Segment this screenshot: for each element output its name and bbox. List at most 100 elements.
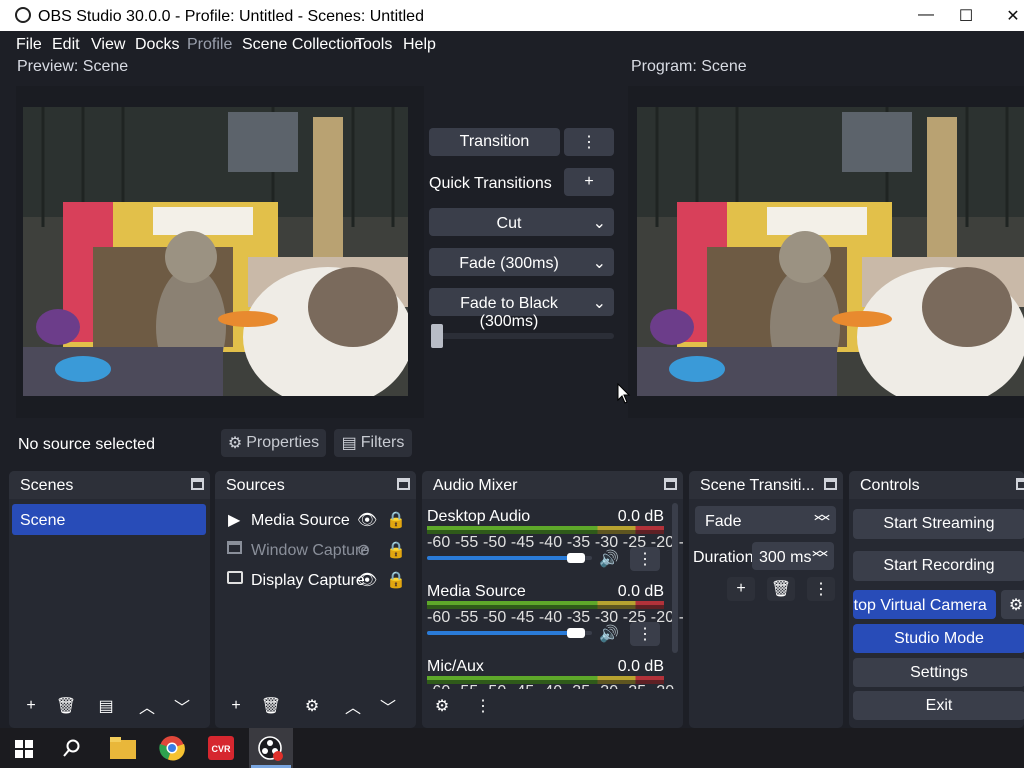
add-scene-icon[interactable]: + xyxy=(17,694,45,718)
channel-menu-icon[interactable]: ⋮ xyxy=(630,547,660,571)
undock-icon[interactable] xyxy=(1016,478,1024,490)
scene-transitions-title: Scene Transiti... xyxy=(700,477,815,494)
lock-icon[interactable]: 🔒 xyxy=(386,540,406,560)
add-source-icon[interactable]: + xyxy=(222,694,250,718)
play-icon: ▶ xyxy=(228,512,241,529)
source-properties-gear-icon[interactable]: ⚙ xyxy=(298,694,326,718)
transition-select[interactable]: Fade ︿ ﹀ xyxy=(695,506,836,534)
transition-more-icon[interactable]: ⋮ xyxy=(564,128,614,156)
source-toolbar xyxy=(8,425,1024,463)
spin-arrows-icon: ︿ ﹀ xyxy=(813,506,830,532)
quick-transition-cut[interactable]: Cut ⌄ xyxy=(429,208,614,236)
menu-profile[interactable]: Profile xyxy=(187,36,232,54)
scenes-dock: Scenes Scene + 🗑 ▤ ︿ ﹀ xyxy=(9,471,210,728)
menu-view[interactable]: View xyxy=(91,36,125,54)
source-item[interactable]: Window Capture ⊘ 🔒 xyxy=(215,537,416,561)
speaker-icon[interactable]: 🔊 xyxy=(599,549,619,569)
undock-icon[interactable] xyxy=(664,478,677,490)
file-explorer-icon[interactable] xyxy=(110,737,136,759)
mouse-cursor-icon xyxy=(617,383,631,404)
settings-button[interactable]: Settings xyxy=(853,658,1024,687)
audio-settings-gear-icon[interactable]: ⚙ xyxy=(428,694,456,718)
duration-spinbox[interactable]: 300 ms ︿ ﹀ xyxy=(752,542,834,570)
minimize-icon[interactable]: — xyxy=(916,6,936,24)
add-transition-icon[interactable]: + xyxy=(727,577,755,601)
eye-hidden-icon[interactable]: ⊘ xyxy=(357,540,370,560)
source-item[interactable]: Display Capture 👁 🔒 xyxy=(215,567,416,591)
channel-db: 0.0 dB xyxy=(617,583,664,600)
move-down-icon[interactable]: ﹀ xyxy=(168,694,196,718)
program-video-image xyxy=(637,107,1024,396)
virtual-camera-gear-icon[interactable]: ⚙ xyxy=(1001,590,1024,619)
start-recording-button[interactable]: Start Recording xyxy=(853,551,1024,581)
preview-title: Preview: Scene xyxy=(17,58,129,75)
transition-menu-icon[interactable]: ⋮ xyxy=(807,577,835,601)
studio-mode-button[interactable]: Studio Mode xyxy=(853,624,1024,653)
undock-icon[interactable] xyxy=(191,478,204,490)
eye-icon[interactable]: 👁 xyxy=(357,570,377,590)
start-streaming-button[interactable]: Start Streaming xyxy=(853,509,1024,539)
scene-filters-icon[interactable]: ▤ xyxy=(92,694,120,718)
source-item[interactable]: ▶ Media Source 👁 🔒 xyxy=(215,507,416,531)
lock-icon[interactable]: 🔒 xyxy=(386,510,406,530)
channel-name: Mic/Aux xyxy=(427,658,484,675)
chrome-icon[interactable] xyxy=(159,735,185,761)
stop-virtual-camera-button[interactable]: Stop Virtual Camera xyxy=(853,590,996,619)
channel-name: Media Source xyxy=(427,583,526,600)
taskbar: CVR xyxy=(0,728,1024,768)
close-icon[interactable]: ✕ xyxy=(1003,6,1023,25)
channel-db: 0.0 dB xyxy=(617,508,664,525)
window-title: OBS Studio 30.0.0 - Profile: Untitled - … xyxy=(38,8,424,25)
quick-transition-fade-to-black[interactable]: Fade to Black (300ms) ⌄ xyxy=(429,288,614,330)
exit-button[interactable]: Exit xyxy=(853,691,1024,720)
menu-docks[interactable]: Docks xyxy=(135,36,179,54)
add-quick-transition-icon[interactable]: + xyxy=(564,168,614,196)
menu-tools[interactable]: Tools xyxy=(355,36,392,54)
speaker-icon[interactable]: 🔊 xyxy=(599,624,619,644)
transition-button[interactable]: Transition xyxy=(429,128,560,156)
title-bar: OBS Studio 30.0.0 - Profile: Untitled - … xyxy=(0,0,1024,31)
undock-icon[interactable] xyxy=(397,478,410,490)
audio-mixer-title: Audio Mixer xyxy=(433,477,518,494)
no-source-selected-label: No source selected xyxy=(18,436,155,453)
search-icon[interactable] xyxy=(63,739,81,757)
move-up-icon[interactable]: ︿ xyxy=(339,694,367,718)
volume-slider[interactable] xyxy=(427,628,592,638)
scrollbar[interactable] xyxy=(672,503,678,653)
chevron-down-icon: ⌄ xyxy=(592,215,606,232)
menu-scene-collection[interactable]: Scene Collection xyxy=(242,36,362,54)
scene-item[interactable]: Scene xyxy=(12,504,206,535)
filters-button[interactable]: ▤ Filters xyxy=(334,429,412,457)
program-canvas xyxy=(637,107,1024,396)
window-capture-icon xyxy=(227,541,242,554)
channel-name: Desktop Audio xyxy=(427,508,531,525)
t-bar-track[interactable] xyxy=(431,333,614,339)
eye-icon[interactable]: 👁 xyxy=(357,510,377,530)
audio-mixer-menu-icon[interactable]: ⋮ xyxy=(469,694,497,718)
move-up-icon[interactable]: ︿ xyxy=(133,694,161,718)
menu-edit[interactable]: Edit xyxy=(52,36,80,54)
trash-icon[interactable]: 🗑 xyxy=(52,694,80,718)
move-down-icon[interactable]: ﹀ xyxy=(374,694,402,718)
channel-menu-icon[interactable]: ⋮ xyxy=(630,622,660,646)
cvr-app-icon[interactable]: CVR xyxy=(208,736,234,760)
volume-slider[interactable] xyxy=(427,553,592,563)
display-capture-icon xyxy=(227,571,243,584)
obs-icon[interactable] xyxy=(258,736,284,762)
chevron-down-icon: ⌄ xyxy=(592,295,606,312)
menu-help[interactable]: Help xyxy=(403,36,436,54)
trash-icon[interactable]: 🗑 xyxy=(767,577,795,601)
maximize-icon[interactable]: ☐ xyxy=(956,6,976,25)
quick-transition-fade[interactable]: Fade (300ms) ⌄ xyxy=(429,248,614,276)
undock-icon[interactable] xyxy=(824,478,837,490)
lock-icon[interactable]: 🔒 xyxy=(386,570,406,590)
t-bar-handle[interactable] xyxy=(431,324,443,348)
chevron-down-icon: ⌄ xyxy=(592,255,606,272)
preview-canvas[interactable] xyxy=(23,107,408,396)
svg-text:CVR: CVR xyxy=(211,744,231,754)
menu-file[interactable]: File xyxy=(16,36,42,54)
windows-start-icon[interactable] xyxy=(15,740,33,758)
sources-dock: Sources ▶ Media Source 👁 🔒 Window Captur… xyxy=(215,471,416,728)
properties-button[interactable]: ⚙ Properties xyxy=(221,429,326,457)
trash-icon[interactable]: 🗑 xyxy=(257,694,285,718)
